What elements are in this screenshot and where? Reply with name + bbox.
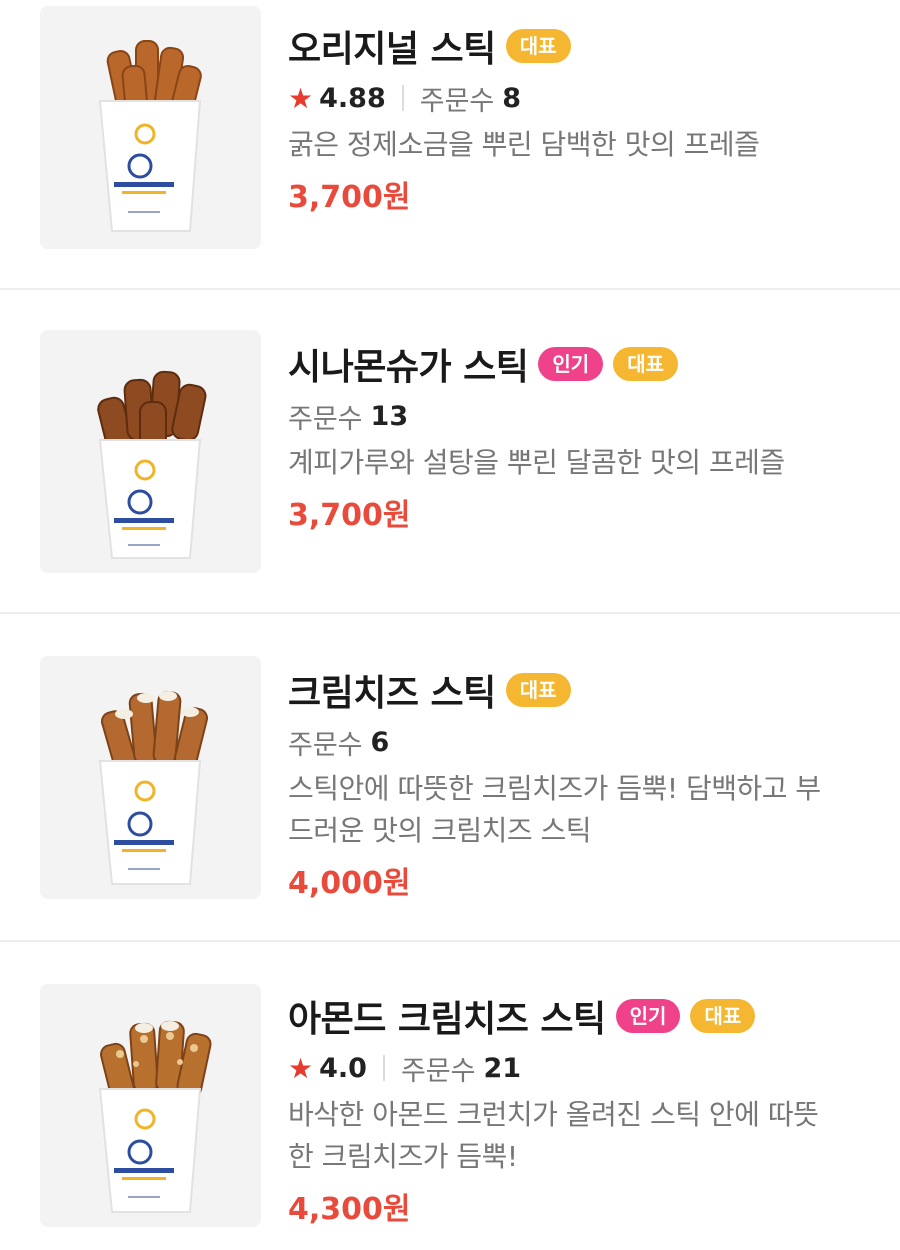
title-row: 아몬드 크림치즈 스틱 인기 대표: [288, 992, 860, 1040]
item-info: 크림치즈 스틱 대표 주문수 6 스틱안에 따뜻한 크림치즈가 듬뿍! 담백하고…: [288, 666, 860, 902]
rating-value: 4.88: [319, 82, 386, 114]
description-line: 한 크림치즈가 듬뿍!: [288, 1140, 518, 1173]
pretzel-stick-cup-icon: [40, 984, 261, 1227]
badge-popular: 인기: [538, 347, 604, 381]
orders-label: 주문수: [419, 85, 495, 117]
orders-count: 8: [502, 82, 522, 114]
menu-list: 오리지널 스틱 대표 ★ 4.88 주문수 8 굵은 정제소금을 뿌린 담백한 …: [0, 0, 900, 1250]
badge-representative: 대표: [505, 673, 571, 707]
item-name: 오리지널 스틱: [288, 29, 496, 70]
item-description: 계피가루와 설탕을 뿌린 달콤한 맛의 프레즐: [288, 442, 860, 484]
description-line: 스틱안에 따뜻한 크림치즈가 듬뿍! 담백하고 부: [288, 772, 821, 805]
menu-item[interactable]: 크림치즈 스틱 대표 주문수 6 스틱안에 따뜻한 크림치즈가 듬뿍! 담백하고…: [0, 614, 900, 940]
meta-row: 주문수 13: [288, 396, 860, 436]
meta-row: ★ 4.88 주문수 8: [288, 78, 860, 118]
orders-count: 6: [370, 726, 390, 758]
pretzel-stick-cup-icon: [40, 656, 261, 899]
orders-count: 13: [370, 400, 409, 432]
badge-popular: 인기: [615, 999, 681, 1033]
badge-representative: 대표: [613, 347, 678, 381]
product-image[interactable]: [40, 656, 261, 899]
item-name: 크림치즈 스틱: [288, 673, 496, 714]
divider: [382, 1055, 385, 1081]
item-name: 아몬드 크림치즈 스틱: [288, 999, 606, 1040]
menu-item[interactable]: 시나몬슈가 스틱 인기 대표 주문수 13 계피가루와 설탕을 뿌린 달콤한 맛…: [0, 290, 900, 612]
description-line: 계피가루와 설탕을 뿌린 달콤한 맛의 프레즐: [288, 446, 785, 479]
star-icon: ★: [288, 1051, 314, 1085]
badge-representative: 대표: [505, 29, 571, 63]
description-line: 굵은 정제소금을 뿌린 담백한 맛의 프레즐: [288, 128, 760, 161]
divider: [401, 85, 404, 111]
item-info: 아몬드 크림치즈 스틱 인기 대표 ★ 4.0 주문수 21 바삭한 아몬드 크…: [288, 992, 860, 1228]
item-info: 시나몬슈가 스틱 인기 대표 주문수 13 계피가루와 설탕을 뿌린 달콤한 맛…: [288, 340, 860, 534]
product-image[interactable]: [40, 6, 261, 249]
rating-value: 4.0: [319, 1052, 367, 1084]
menu-item[interactable]: 오리지널 스틱 대표 ★ 4.88 주문수 8 굵은 정제소금을 뿌린 담백한 …: [0, 0, 900, 288]
meta-row: 주문수 6: [288, 722, 860, 762]
item-description: 바삭한 아몬드 크런치가 올려진 스틱 안에 따뜻 한 크림치즈가 듬뿍!: [288, 1094, 860, 1178]
orders-count: 21: [483, 1052, 522, 1084]
pretzel-stick-cup-icon: [40, 6, 261, 249]
item-description: 스틱안에 따뜻한 크림치즈가 듬뿍! 담백하고 부 드러운 맛의 크림치즈 스틱: [288, 768, 860, 852]
badge-representative: 대표: [690, 999, 756, 1033]
orders-label: 주문수: [400, 1055, 476, 1087]
item-price: 4,300원: [288, 1192, 411, 1227]
product-image[interactable]: [40, 330, 261, 573]
title-row: 시나몬슈가 스틱 인기 대표: [288, 340, 860, 388]
product-image[interactable]: [40, 984, 261, 1227]
item-name: 시나몬슈가 스틱: [288, 347, 529, 388]
menu-item[interactable]: 아몬드 크림치즈 스틱 인기 대표 ★ 4.0 주문수 21 바삭한 아몬드 크…: [0, 942, 900, 1250]
item-price: 3,700원: [288, 180, 411, 215]
title-row: 크림치즈 스틱 대표: [288, 666, 860, 714]
orders-label: 주문수: [288, 403, 363, 435]
description-line: 바삭한 아몬드 크런치가 올려진 스틱 안에 따뜻: [288, 1098, 819, 1131]
title-row: 오리지널 스틱 대표: [288, 22, 860, 70]
item-description: 굵은 정제소금을 뿌린 담백한 맛의 프레즐: [288, 124, 860, 166]
orders-label: 주문수: [288, 729, 363, 761]
pretzel-stick-cup-icon: [40, 330, 261, 573]
item-info: 오리지널 스틱 대표 ★ 4.88 주문수 8 굵은 정제소금을 뿌린 담백한 …: [288, 22, 860, 216]
item-price: 4,000원: [288, 866, 411, 901]
description-line: 드러운 맛의 크림치즈 스틱: [288, 814, 592, 847]
meta-row: ★ 4.0 주문수 21: [288, 1048, 860, 1088]
star-icon: ★: [288, 81, 314, 115]
item-price: 3,700원: [288, 498, 411, 533]
